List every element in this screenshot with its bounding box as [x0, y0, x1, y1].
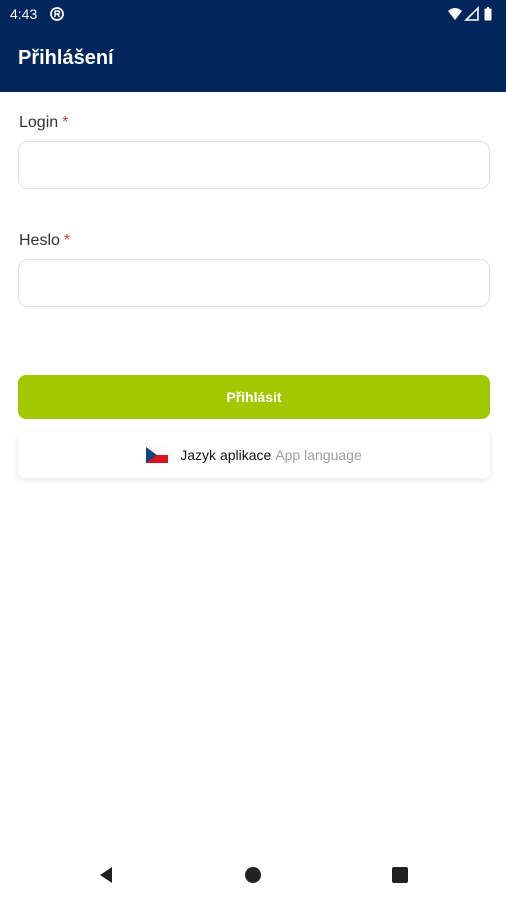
login-required-mark: * [62, 114, 69, 131]
recents-icon[interactable] [390, 865, 410, 885]
app-notification-icon [50, 7, 64, 21]
status-bar: 4:43 [0, 0, 506, 28]
app-bar: Přihlášení [0, 28, 506, 92]
signal-icon [464, 6, 479, 21]
page-title: Přihlášení [18, 47, 114, 69]
password-required-mark: * [63, 232, 71, 249]
back-icon[interactable] [96, 865, 116, 885]
language-label: Jazyk aplikace [180, 447, 272, 463]
czech-flag-icon [146, 447, 169, 463]
password-input[interactable] [18, 259, 490, 307]
login-label: Login * [19, 114, 68, 132]
login-input[interactable] [18, 141, 490, 189]
password-label-text: Heslo [19, 232, 60, 249]
status-time: 4:43 [10, 6, 38, 22]
battery-icon [484, 7, 492, 21]
password-label: Heslo * [19, 232, 70, 250]
language-selector[interactable]: Jazyk aplikace App language [18, 432, 490, 478]
navigation-bar [0, 850, 506, 900]
home-icon[interactable] [243, 865, 263, 885]
login-label-text: Login [19, 114, 59, 131]
login-button[interactable]: Přihlásit [18, 375, 490, 419]
wifi-icon [448, 8, 462, 20]
language-sublabel: App language [275, 447, 362, 463]
status-icons [448, 6, 492, 21]
